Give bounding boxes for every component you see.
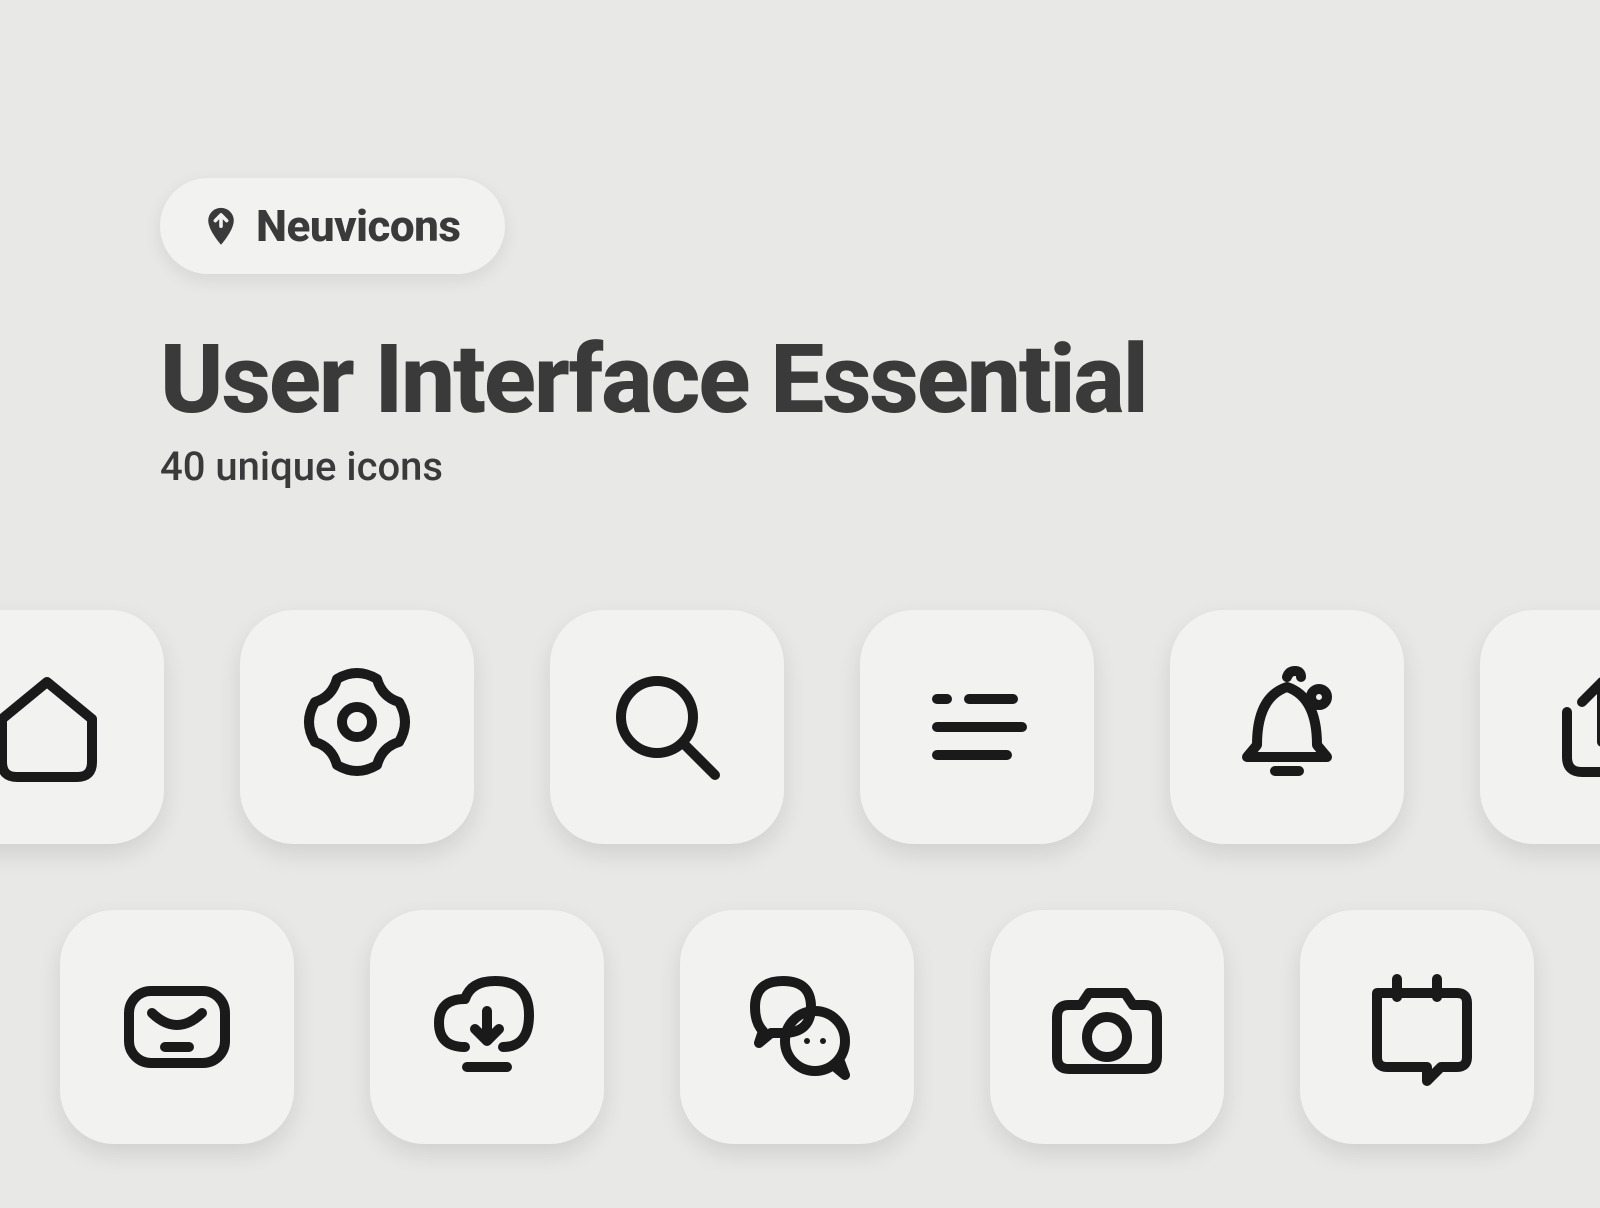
cloud-download-icon [370, 910, 604, 1144]
map-pin-icon [204, 205, 238, 247]
settings-icon [240, 610, 474, 844]
notes-icon [1300, 910, 1534, 1144]
page-title: User Interface Essential [160, 330, 1147, 431]
camera-icon [990, 910, 1224, 1144]
menu-icon [860, 610, 1094, 844]
chat-icon [680, 910, 914, 1144]
title-block: User Interface Essential 40 unique icons [160, 330, 1147, 490]
icon-row-1 [0, 610, 1600, 844]
brand-badge: Neuvicons [160, 178, 505, 274]
search-icon [550, 610, 784, 844]
brand-name: Neuvicons [256, 200, 461, 252]
mail-icon [60, 910, 294, 1144]
home-icon [0, 610, 164, 844]
share-icon [1480, 610, 1600, 844]
page-subtitle: 40 unique icons [160, 443, 1147, 490]
icon-row-2 [60, 910, 1534, 1144]
bell-icon [1170, 610, 1404, 844]
